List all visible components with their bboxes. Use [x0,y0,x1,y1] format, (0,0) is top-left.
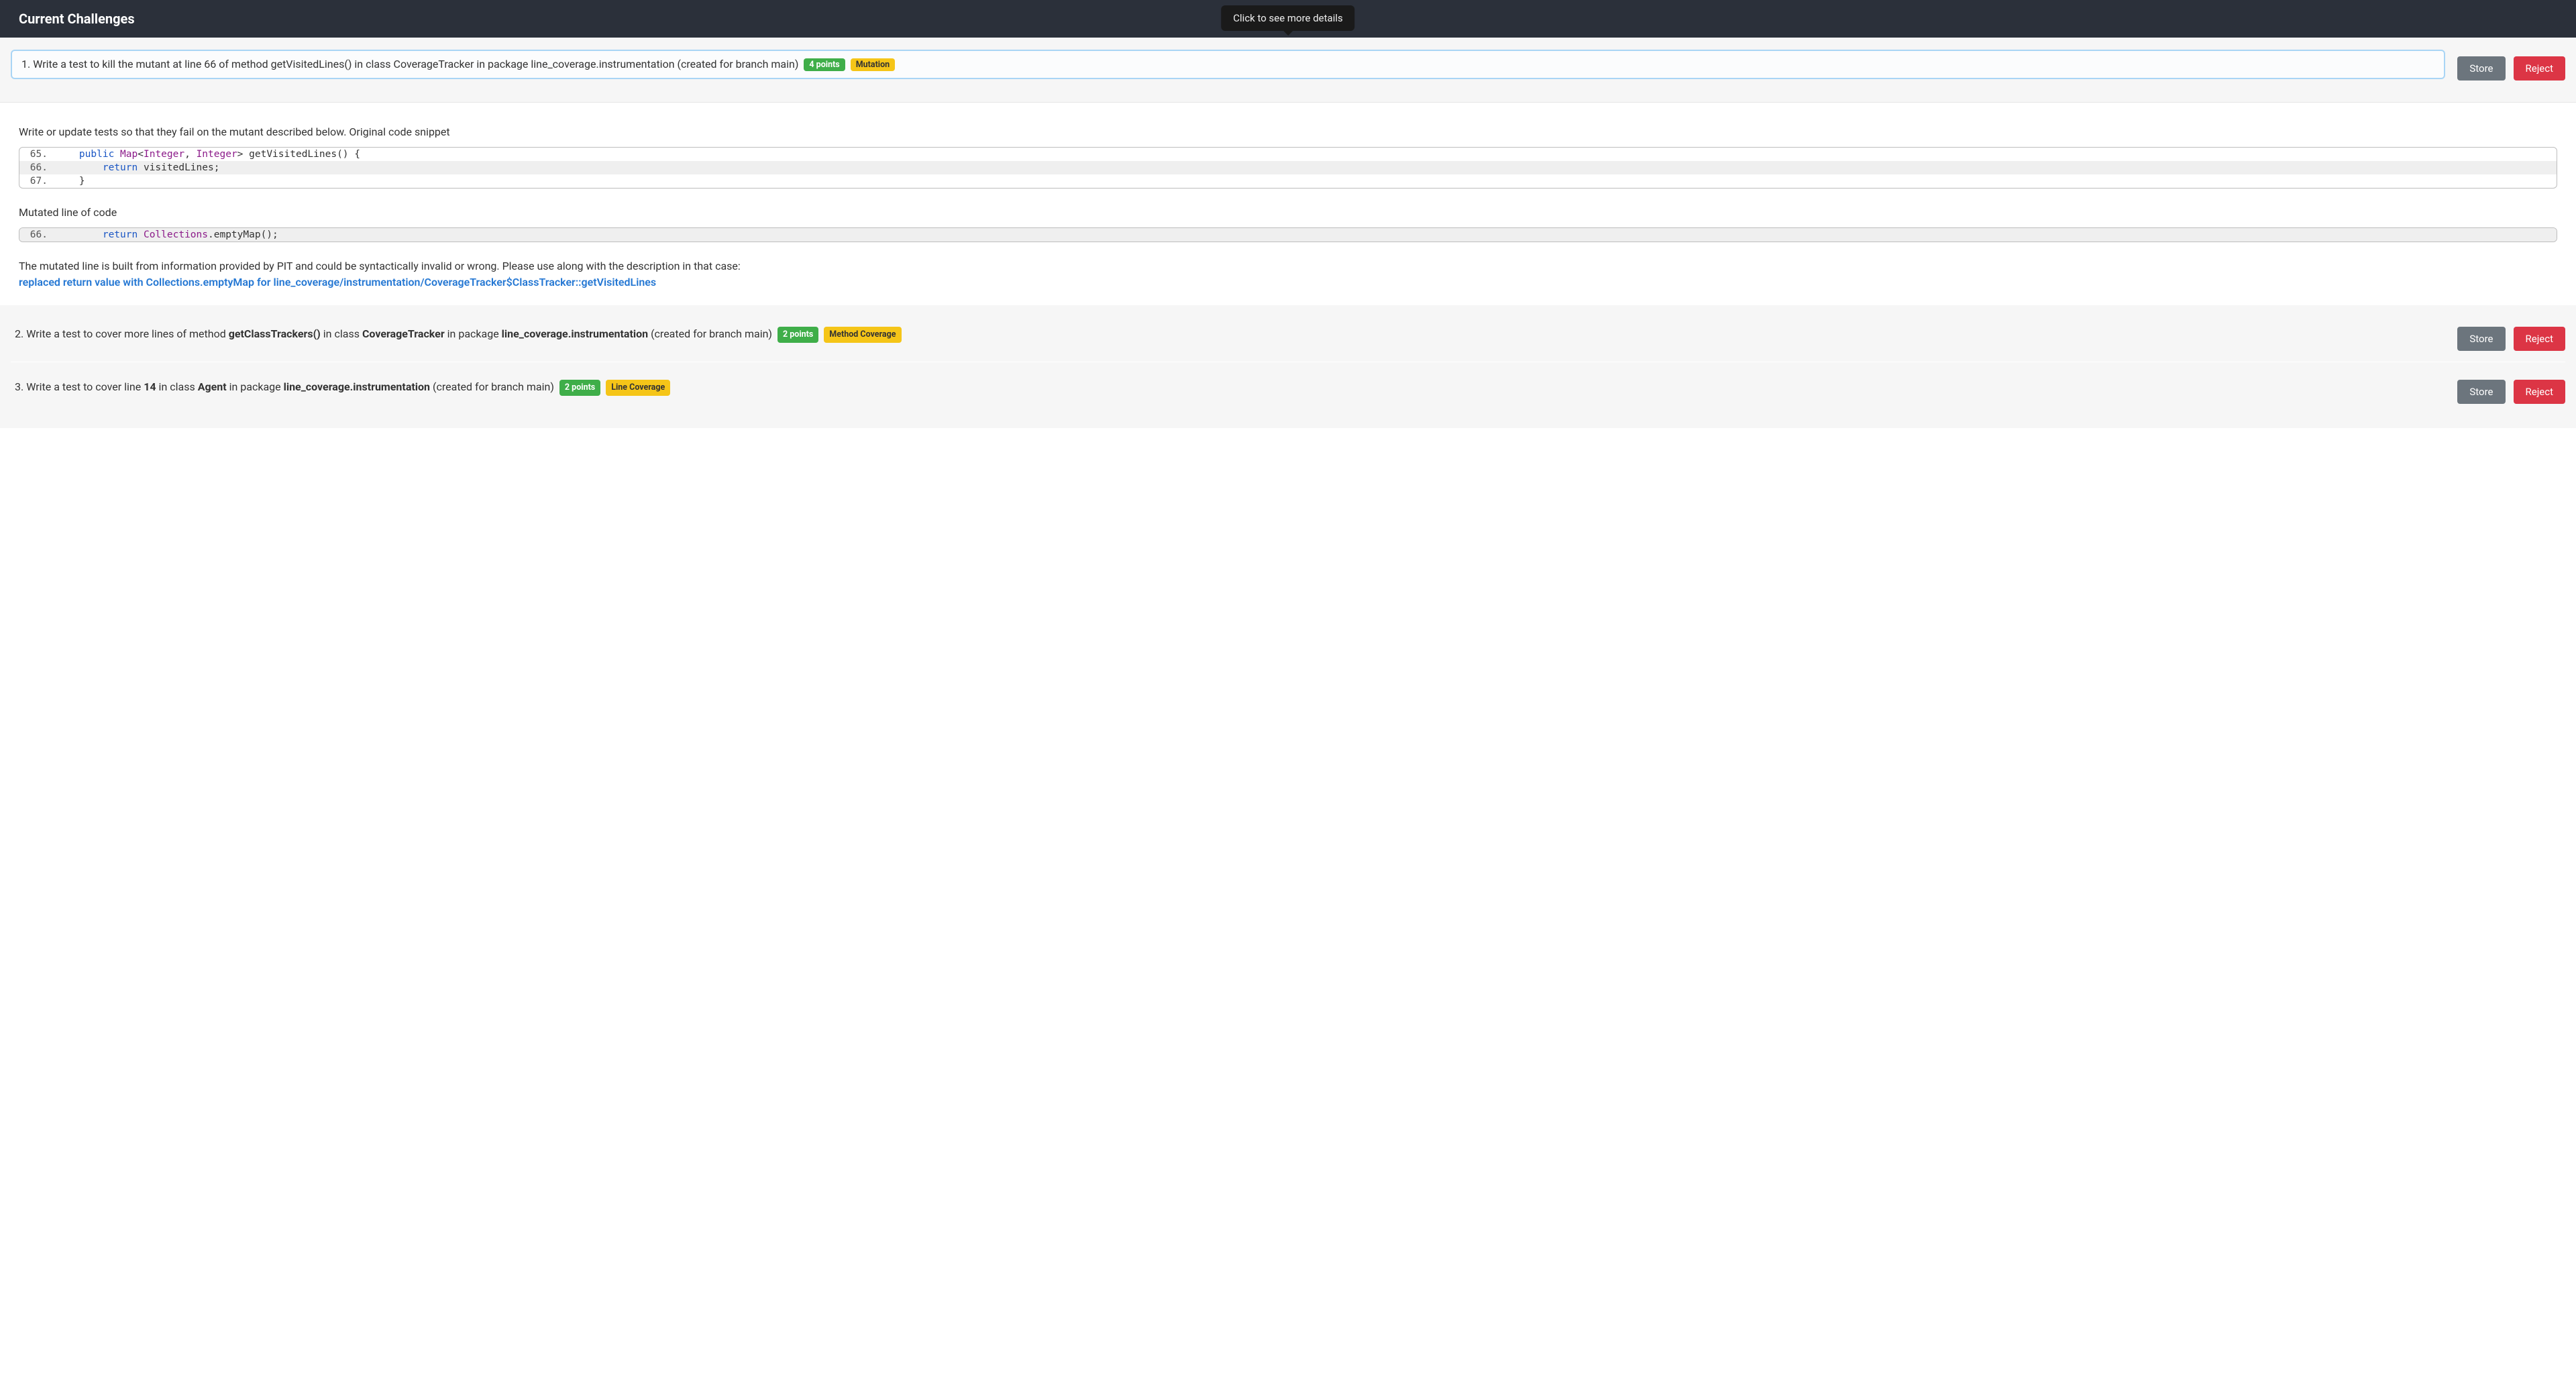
challenge-details: Write or update tests so that they fail … [0,103,2576,305]
details-intro: Write or update tests so that they fail … [19,124,2557,140]
active-challenge-area: 1. Write a test to kill the mutant at li… [0,38,2576,103]
store-button[interactable]: Store [2457,327,2505,351]
challenge-row: 3. Write a test to cover line 14 in clas… [11,362,2565,415]
challenge-card[interactable]: 2. Write a test to cover more lines of m… [11,320,2445,348]
challenge-actions: Store Reject [2457,50,2565,81]
challenge-row: 1. Write a test to kill the mutant at li… [11,44,2565,86]
tooltip: Click to see more details [1221,5,1354,31]
points-badge: 2 points [777,327,818,343]
panel-title: Current Challenges [19,11,135,27]
pit-note: The mutated line is built from informati… [19,258,2557,290]
reject-button[interactable]: Reject [2514,56,2566,81]
challenge-actions: Store Reject [2457,373,2565,404]
panel-header: Current Challenges Click to see more det… [0,0,2576,38]
type-badge: Mutation [851,58,895,71]
challenge-actions: Store Reject [2457,320,2565,351]
tooltip-text: Click to see more details [1233,12,1342,24]
reject-button[interactable]: Reject [2514,380,2566,404]
mutated-code-block: 66. return Collections.emptyMap(); [19,227,2557,242]
challenge-card[interactable]: 1. Write a test to kill the mutant at li… [11,50,2445,79]
type-badge: Method Coverage [824,327,901,343]
store-button[interactable]: Store [2457,380,2505,404]
other-challenges: 2. Write a test to cover more lines of m… [0,305,2576,428]
store-button[interactable]: Store [2457,56,2505,81]
original-code-block: 65. public Map<Integer, Integer> getVisi… [19,147,2557,189]
challenge-row: 2. Write a test to cover more lines of m… [11,309,2565,362]
challenge-card[interactable]: 3. Write a test to cover line 14 in clas… [11,373,2445,401]
points-badge: 4 points [804,58,845,71]
reject-button[interactable]: Reject [2514,327,2566,351]
points-badge: 2 points [559,380,600,396]
type-badge: Line Coverage [606,380,670,396]
pit-description-link[interactable]: replaced return value with Collections.e… [19,276,656,288]
mutated-label: Mutated line of code [19,205,2557,221]
